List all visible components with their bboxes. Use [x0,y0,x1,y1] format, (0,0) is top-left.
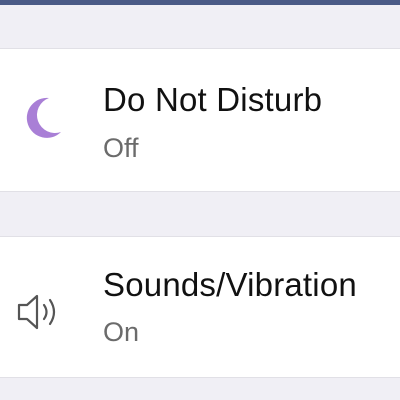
settings-item-sounds-vibration[interactable]: Sounds/Vibration On [0,236,400,378]
moon-icon [10,87,72,149]
section-spacer [0,5,400,48]
section-spacer [0,192,400,236]
settings-item-title: Do Not Disturb [103,81,323,118]
settings-item-do-not-disturb[interactable]: Do Not Disturb Off [0,48,400,192]
speaker-icon [10,281,72,343]
settings-item-status: On [103,317,140,347]
settings-item-title: Sounds/Vibration [103,266,357,303]
settings-item-status: Off [103,133,139,163]
section-spacer [0,378,400,400]
